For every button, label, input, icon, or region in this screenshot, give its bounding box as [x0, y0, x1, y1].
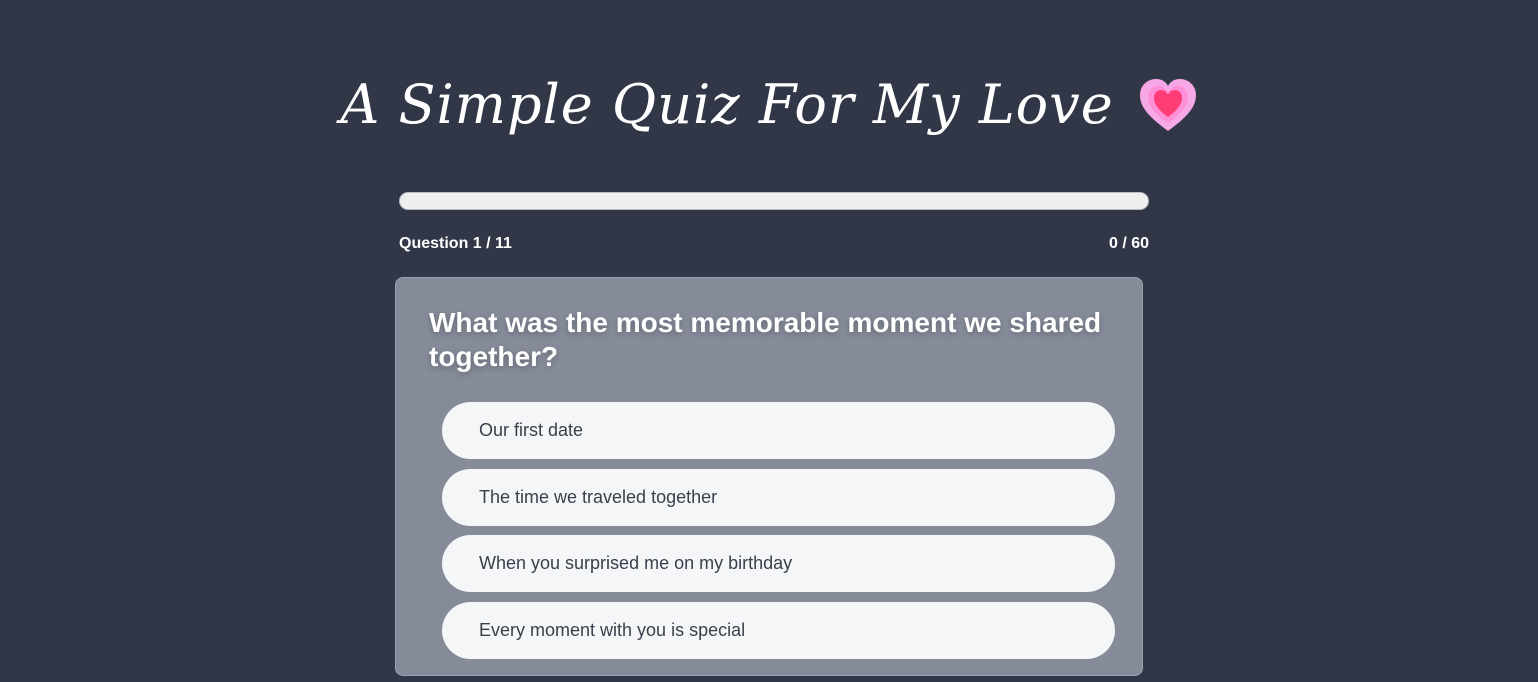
answer-option-label: The time we traveled together	[479, 486, 718, 507]
quiz-page: A Simple Quiz For My Love Question 1 / 1…	[0, 0, 1538, 682]
answer-option-label: Our first date	[479, 420, 584, 440]
progress-bar	[399, 192, 1149, 210]
score-counter: 0 / 60	[1108, 235, 1149, 252]
answer-option-3[interactable]: When you surprised me on my birthday	[442, 535, 1115, 592]
answer-option-label: Every moment with you is special	[479, 619, 746, 640]
answer-option-4[interactable]: Every moment with you is special	[442, 601, 1115, 659]
answer-option-1[interactable]: Our first date	[442, 402, 1115, 459]
header: A Simple Quiz For My Love	[0, 60, 1538, 150]
answer-option-label: When you surprised me on my birthday	[479, 553, 793, 573]
question-card: What was the most memorable moment we sh…	[395, 277, 1143, 676]
pink-heart-icon	[1138, 77, 1198, 133]
page-title: A Simple Quiz For My Love	[340, 73, 1114, 136]
answer-options: Our first date The time we traveled toge…	[442, 402, 1115, 668]
question-counter: Question 1 / 11	[399, 235, 512, 252]
question-text: What was the most memorable moment we sh…	[429, 307, 1102, 372]
quiz-meta: Question 1 / 11 0 / 60	[399, 235, 1149, 253]
answer-option-2[interactable]: The time we traveled together	[442, 468, 1115, 526]
